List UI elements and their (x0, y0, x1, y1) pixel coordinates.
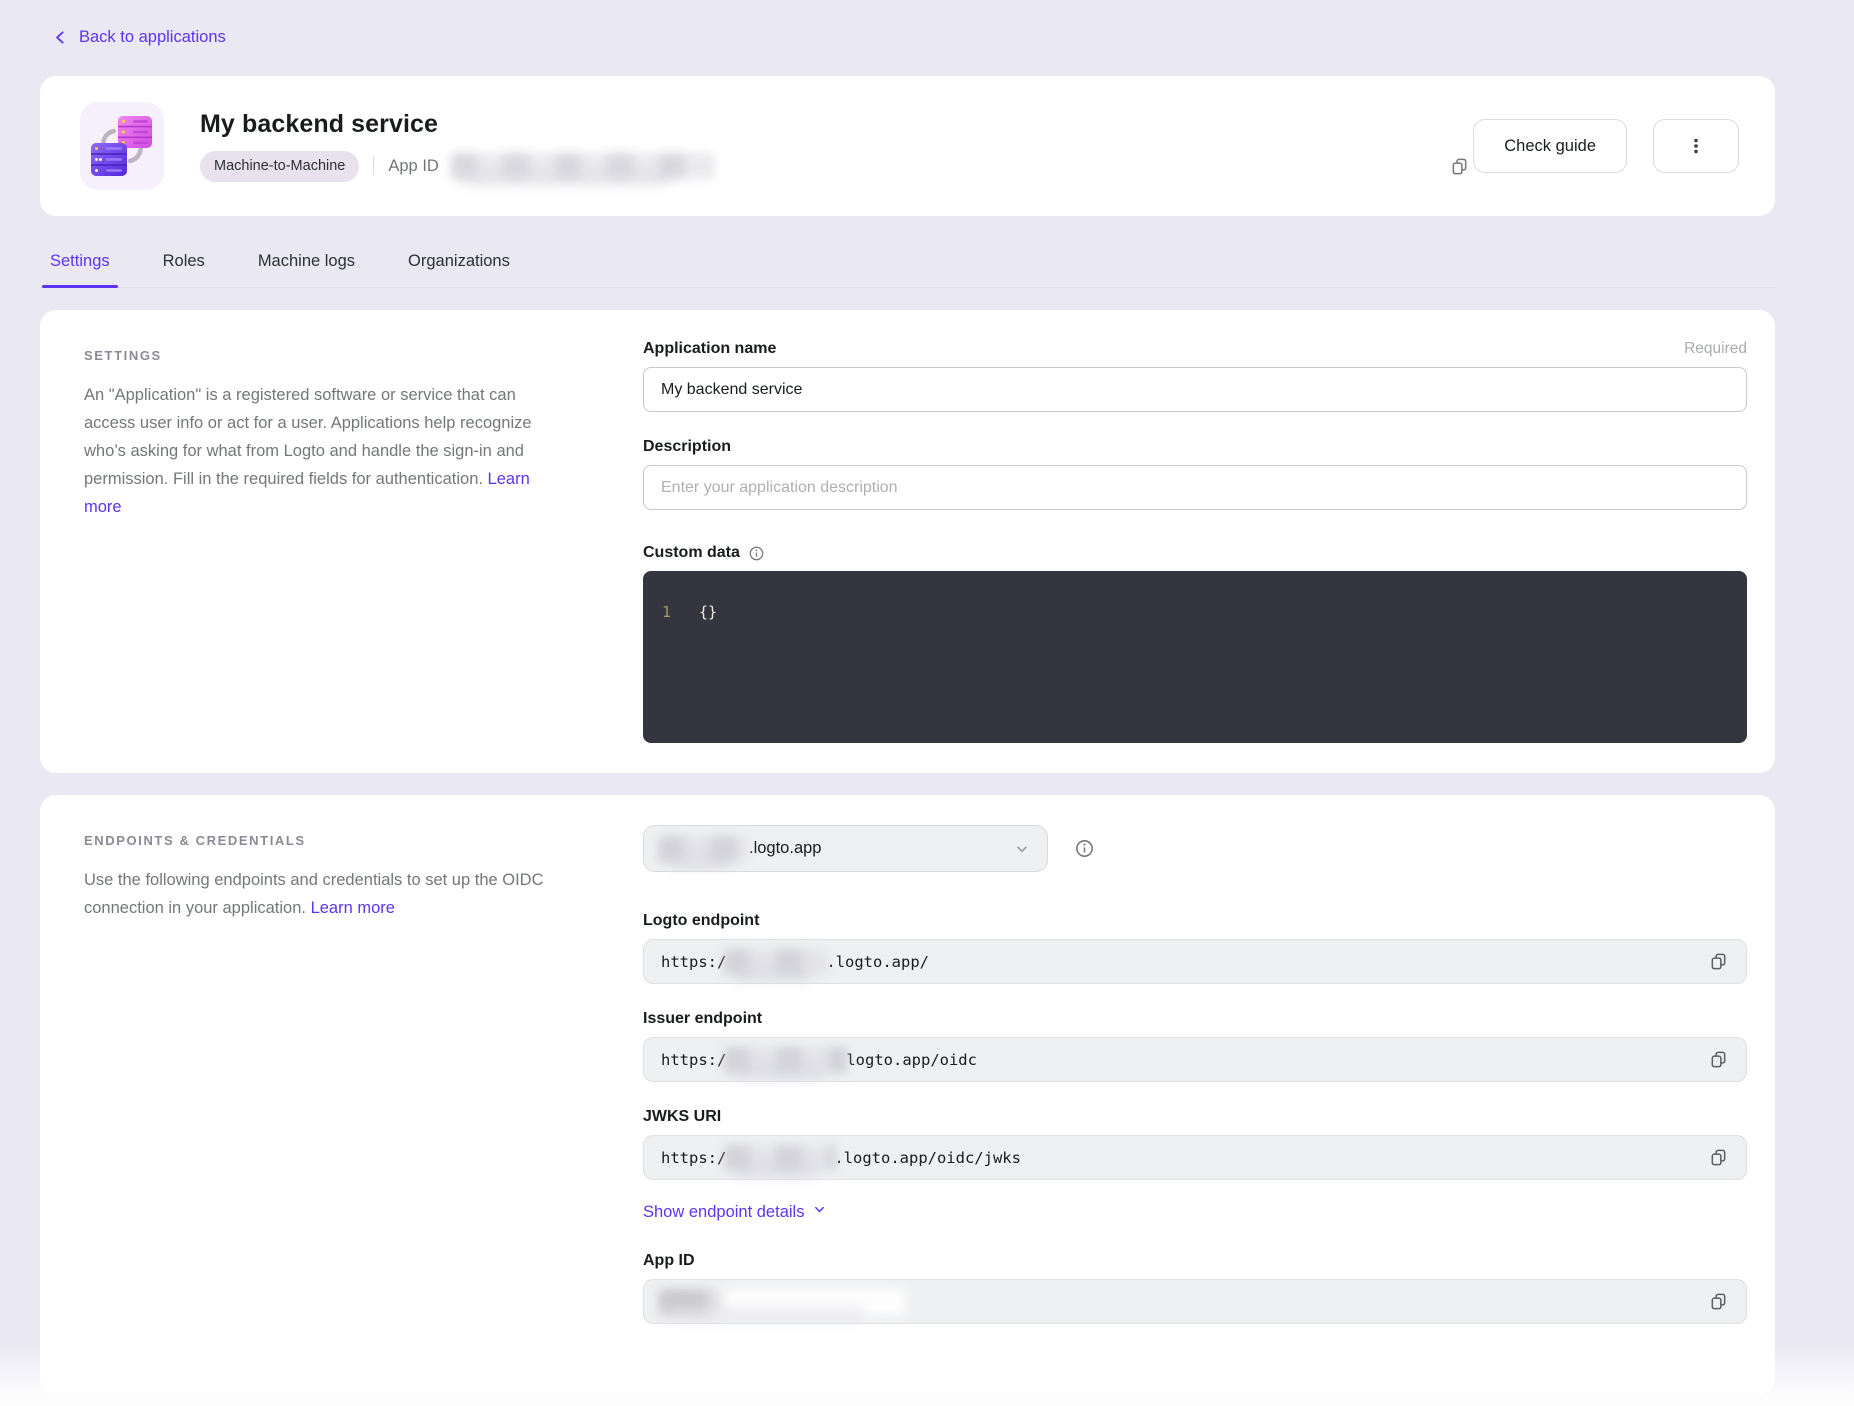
application-type-badge: Machine-to-Machine (200, 151, 359, 181)
more-actions-button[interactable] (1653, 119, 1739, 173)
machine-to-machine-app-icon (80, 102, 164, 190)
description-field: Description (643, 438, 1747, 510)
chevron-down-icon (1013, 840, 1031, 858)
application-header-info: My backend service Machine-to-Machine Ap… (200, 110, 1473, 181)
copy-issuer-endpoint-button[interactable] (1705, 1046, 1732, 1073)
application-header-card: My backend service Machine-to-Machine Ap… (40, 76, 1775, 216)
tenant-redacted-prefix (660, 838, 745, 860)
app-id-redacted-value (453, 155, 711, 177)
copy-jwks-uri-button[interactable] (1705, 1144, 1732, 1171)
jwks-uri-value: https:/ .logto.app/oidc/jwks (643, 1135, 1747, 1180)
description-label: Description (643, 438, 731, 456)
issuer-endpoint-value: https:/ logto.app/oidc (643, 1037, 1747, 1082)
tab-machine-logs[interactable]: Machine logs (256, 248, 357, 287)
back-link-label: Back to applications (79, 28, 226, 47)
issuer-endpoint-field: Issuer endpoint https:/ logto.app/oidc (643, 1010, 1747, 1082)
logto-endpoint-value: https:/ .logto.app/ (643, 939, 1747, 984)
show-endpoint-details-link[interactable]: Show endpoint details (643, 1202, 827, 1222)
redacted-app-id (661, 1291, 903, 1313)
copy-logto-endpoint-button[interactable] (1705, 948, 1732, 975)
endpoints-learn-more-link[interactable]: Learn more (311, 899, 395, 917)
chevron-left-icon (52, 29, 69, 46)
endpoints-section-heading: ENDPOINTS & CREDENTIALS (84, 833, 544, 848)
logto-endpoint-field: Logto endpoint https:/ .logto.app/ (643, 912, 1747, 984)
back-to-applications-link[interactable]: Back to applications (40, 22, 226, 52)
tenant-endpoint-select[interactable]: .logto.app (643, 825, 1048, 872)
endpoints-section-description: Use the following endpoints and credenti… (84, 866, 544, 922)
application-name-field: Application name Required (643, 340, 1747, 412)
tenant-endpoint-info-icon[interactable] (1074, 838, 1095, 859)
settings-section-card: SETTINGS An "Application" is a registere… (40, 310, 1775, 773)
custom-data-label: Custom data (643, 544, 740, 562)
tab-settings[interactable]: Settings (48, 248, 112, 287)
logto-endpoint-label: Logto endpoint (643, 912, 759, 930)
editor-code-content: {} (699, 601, 717, 623)
app-id-field: App ID (643, 1252, 1747, 1324)
issuer-endpoint-label: Issuer endpoint (643, 1010, 762, 1028)
editor-line-number: 1 (643, 601, 671, 623)
meta-divider (373, 157, 374, 175)
app-id-label: App ID (388, 157, 438, 176)
application-name-label: Application name (643, 340, 776, 358)
copy-app-id-field-button[interactable] (1705, 1288, 1732, 1315)
tab-organizations[interactable]: Organizations (406, 248, 512, 287)
application-tabs: Settings Roles Machine logs Organization… (40, 248, 1775, 288)
application-title: My backend service (200, 110, 1473, 139)
tab-roles[interactable]: Roles (161, 248, 207, 287)
custom-data-code-editor[interactable]: 1 {} (643, 571, 1747, 743)
redacted-subdomain (726, 951, 826, 973)
jwks-uri-field: JWKS URI https:/ .logto.app/oidc/jwks (643, 1108, 1747, 1180)
application-details-page: Back to applications (40, 0, 1775, 1394)
custom-data-info-icon[interactable] (748, 545, 765, 562)
settings-section-heading: SETTINGS (84, 348, 544, 363)
settings-section-description: An "Application" is a registered softwar… (84, 381, 544, 521)
jwks-uri-label: JWKS URI (643, 1108, 721, 1126)
kebab-menu-icon (1686, 136, 1706, 156)
redacted-subdomain (726, 1049, 846, 1071)
required-tag: Required (1684, 340, 1747, 358)
app-id-field-label: App ID (643, 1252, 695, 1270)
chevron-down-icon (812, 1202, 827, 1222)
copy-app-id-button[interactable] (1446, 153, 1473, 180)
check-guide-button[interactable]: Check guide (1473, 119, 1627, 173)
app-id-value (643, 1279, 1747, 1324)
redacted-subdomain (726, 1147, 834, 1169)
application-name-input[interactable] (643, 367, 1747, 412)
tenant-select-value: .logto.app (749, 839, 821, 858)
endpoints-section-card: ENDPOINTS & CREDENTIALS Use the followin… (40, 795, 1775, 1394)
custom-data-field: Custom data 1 {} (643, 544, 1747, 743)
description-input[interactable] (643, 465, 1747, 510)
